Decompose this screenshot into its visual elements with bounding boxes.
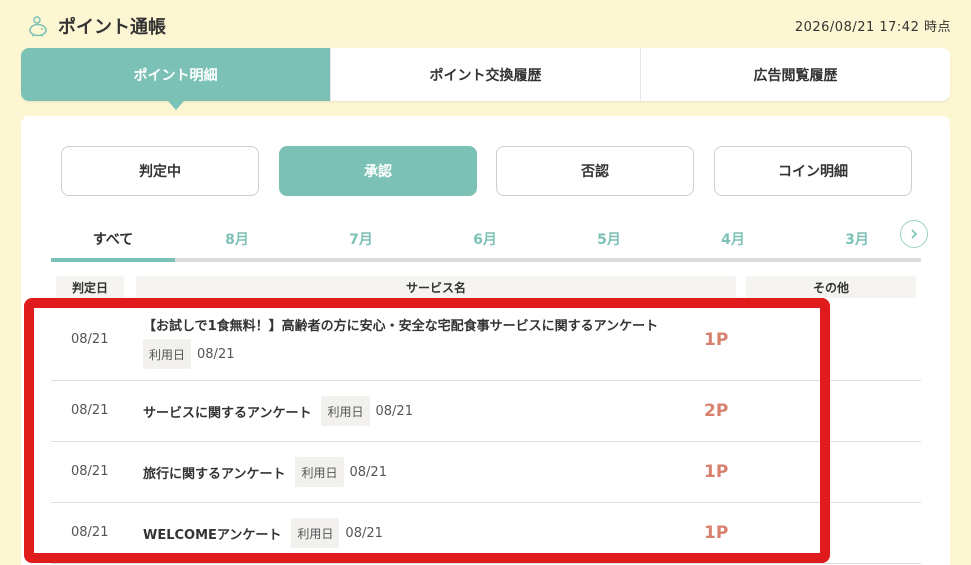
tab-point-details[interactable]: ポイント明細 (21, 48, 331, 101)
month-tab-august[interactable]: 8月 (175, 220, 299, 258)
tab-point-exchange-history[interactable]: ポイント交換履歴 (331, 48, 641, 101)
table-row: 08/21 旅行に関するアンケート 利用日 08/21 1P (51, 442, 921, 503)
next-months-button[interactable] (900, 220, 928, 248)
tab-ad-view-history[interactable]: 広告閲覧履歴 (641, 48, 950, 101)
table-row: 08/21 WELCOMEアンケート 利用日 08/21 1P (51, 503, 921, 564)
use-date-badge: 利用日 (321, 396, 370, 426)
content-panel: 判定中 承認 否認 コイン明細 すべて 8月 7月 6月 5月 4月 3月 判定… (21, 116, 950, 565)
chevron-right-icon (911, 229, 918, 239)
month-tab-all[interactable]: すべて (51, 220, 175, 258)
service-name: 【お試しで1食無料！】高齢者の方に安心・安全な宅配食事サービスに関するアンケート (143, 319, 659, 334)
month-tab-may[interactable]: 5月 (547, 220, 671, 258)
row-date: 08/21 (71, 403, 109, 418)
column-header-judgement-date: 判定日 (56, 276, 124, 298)
row-service: サービスに関するアンケート 利用日 08/21 (143, 396, 413, 426)
column-header-service-name: サービス名 (136, 276, 736, 298)
coin-details-button[interactable]: コイン明細 (714, 146, 912, 196)
use-date: 08/21 (345, 525, 383, 541)
piggy-bank-icon (28, 15, 48, 37)
column-header-other: その他 (746, 276, 916, 298)
use-date-badge: 利用日 (291, 518, 340, 548)
row-date: 08/21 (71, 332, 109, 347)
row-service: 【お試しで1食無料！】高齢者の方に安心・安全な宅配食事サービスに関するアンケート… (143, 318, 683, 369)
filter-approved-button[interactable]: 承認 (279, 146, 477, 196)
row-date: 08/21 (71, 525, 109, 540)
use-date-badge: 利用日 (143, 339, 192, 369)
row-points: 1P (704, 330, 729, 350)
active-tab-underline (51, 258, 175, 262)
filter-rejected-button[interactable]: 否認 (496, 146, 694, 196)
row-points: 1P (704, 462, 729, 482)
use-date: 08/21 (375, 403, 413, 419)
row-date: 08/21 (71, 464, 109, 479)
page-header: ポイント通帳 (28, 12, 166, 40)
month-tabs: すべて 8月 7月 6月 5月 4月 3月 (51, 220, 921, 262)
table-row: 08/21 サービスに関するアンケート 利用日 08/21 2P (51, 381, 921, 442)
month-tab-june[interactable]: 6月 (423, 220, 547, 258)
page-title: ポイント通帳 (58, 17, 166, 38)
use-date: 08/21 (349, 464, 387, 480)
use-date: 08/21 (197, 346, 235, 362)
page: ポイント通帳 2026/08/21 17:42 時点 ポイント明細 ポイント交換… (0, 0, 971, 565)
service-name: サービスに関するアンケート (143, 405, 312, 421)
row-points: 2P (704, 401, 729, 421)
service-name: 旅行に関するアンケート (143, 466, 286, 482)
month-tab-july[interactable]: 7月 (299, 220, 423, 258)
use-date-badge: 利用日 (295, 457, 344, 487)
service-name: WELCOMEアンケート (143, 527, 282, 543)
month-tab-april[interactable]: 4月 (671, 220, 795, 258)
row-service: 旅行に関するアンケート 利用日 08/21 (143, 457, 387, 487)
row-points: 1P (704, 523, 729, 543)
table-row: 08/21 【お試しで1食無料！】高齢者の方に安心・安全な宅配食事サービスに関す… (51, 308, 921, 381)
main-tabs: ポイント明細 ポイント交換履歴 広告閲覧履歴 (21, 48, 950, 101)
row-service: WELCOMEアンケート 利用日 08/21 (143, 518, 383, 548)
last-updated-timestamp: 2026/08/21 17:42 時点 (794, 20, 951, 35)
filter-pending-button[interactable]: 判定中 (61, 146, 259, 196)
